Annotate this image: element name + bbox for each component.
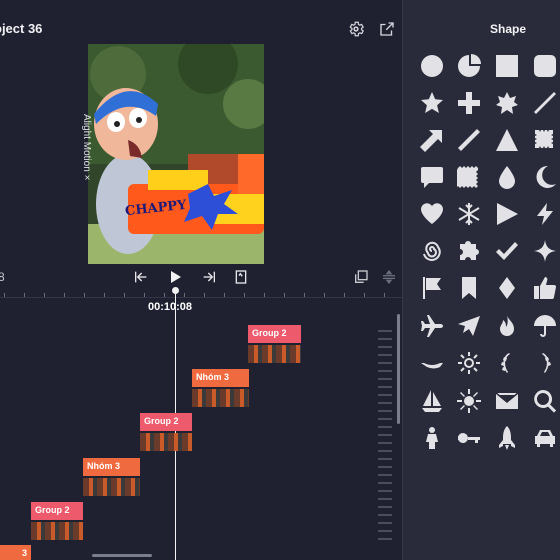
crescent-icon[interactable] [532, 164, 558, 190]
stamp-square-icon[interactable] [456, 164, 482, 190]
current-time-readout: 8 [0, 270, 5, 284]
envelope-icon[interactable] [494, 388, 520, 414]
circle-icon[interactable] [419, 53, 445, 79]
alight-motion-watermark: Alight Motion × [81, 114, 92, 181]
skip-to-end-icon[interactable] [198, 266, 220, 288]
speech-bubble-icon[interactable] [419, 164, 445, 190]
lightning-icon[interactable] [532, 201, 558, 227]
sailboat-icon[interactable] [419, 388, 445, 414]
timeline-vertical-scrollbar[interactable] [397, 314, 400, 424]
timeline-clip[interactable]: Nhóm 3 [83, 458, 140, 476]
timeline-clip[interactable]: Nhóm 3 [192, 369, 249, 387]
pie-icon[interactable] [456, 53, 482, 79]
timeline-ruler[interactable] [0, 290, 402, 298]
sun-outline-icon[interactable] [456, 350, 482, 376]
flag-icon[interactable] [419, 275, 445, 301]
bookmark-marker-icon[interactable] [230, 266, 252, 288]
clip-thumbnails [31, 522, 83, 540]
arrow-diagonal-icon[interactable] [419, 127, 445, 153]
key-icon[interactable] [456, 425, 482, 451]
project-title[interactable]: oject 36 [0, 21, 42, 36]
person-icon[interactable] [419, 425, 445, 451]
rounded-square-icon[interactable] [532, 53, 558, 79]
alight-motion-editor: oject 36 [0, 0, 560, 560]
layer-reorder-handles[interactable] [378, 330, 392, 546]
playhead-time-label: 00:10:08 [148, 301, 193, 313]
clip-thumbnails [248, 345, 301, 363]
shape-panel: Shape [402, 0, 560, 560]
shape-panel-title: Shape [489, 22, 526, 36]
square-icon[interactable] [494, 53, 520, 79]
drop-icon[interactable] [494, 164, 520, 190]
puzzle-icon[interactable] [456, 238, 482, 264]
play-triangle-icon[interactable] [494, 201, 520, 227]
star-icon[interactable] [419, 90, 445, 116]
star-badge-icon[interactable] [494, 90, 520, 116]
spiral-icon[interactable] [419, 238, 445, 264]
thumbs-up-icon[interactable] [532, 275, 558, 301]
sun-icon[interactable] [456, 388, 482, 414]
timeline-horizontal-scrollbar[interactable] [92, 554, 152, 557]
skip-to-start-icon[interactable] [130, 266, 152, 288]
sparkle-icon[interactable] [532, 238, 558, 264]
clip-thumbnails [83, 478, 140, 496]
timeline-clip[interactable]: Group 2 [248, 325, 301, 343]
timeline-options-icon[interactable] [378, 266, 400, 288]
settings-gear-icon[interactable] [345, 18, 367, 40]
line-thick-icon[interactable] [456, 127, 482, 153]
editor-pane: oject 36 [0, 0, 402, 560]
stamp-icon[interactable] [532, 127, 558, 153]
timeline-clip[interactable]: Group 2 [31, 502, 83, 520]
snowflake-icon[interactable] [456, 201, 482, 227]
search-icon[interactable] [532, 388, 558, 414]
car-icon[interactable] [532, 425, 558, 451]
heart-icon[interactable] [419, 201, 445, 227]
diamond-icon[interactable] [494, 275, 520, 301]
line-icon[interactable] [532, 90, 558, 116]
timeline-clip[interactable]: 3 [0, 545, 31, 560]
paper-plane-icon[interactable] [456, 313, 482, 339]
playhead-handle[interactable] [172, 287, 179, 294]
rocket-icon[interactable] [494, 425, 520, 451]
airplane-icon[interactable] [419, 313, 445, 339]
video-preview[interactable] [88, 44, 264, 264]
export-icon[interactable] [376, 18, 398, 40]
timeline-clip[interactable]: Group 2 [140, 413, 192, 431]
laurel-icon[interactable] [494, 350, 520, 376]
banner-icon[interactable] [419, 350, 445, 376]
copy-layer-icon[interactable] [350, 266, 372, 288]
laurel-right-icon[interactable] [532, 350, 558, 376]
checkmark-icon[interactable] [494, 238, 520, 264]
bookmark-icon[interactable] [456, 275, 482, 301]
clip-thumbnails [192, 389, 249, 407]
plus-icon[interactable] [456, 90, 482, 116]
top-bar: oject 36 [0, 0, 402, 44]
triangle-icon[interactable] [494, 127, 520, 153]
flame-icon[interactable] [494, 313, 520, 339]
clip-thumbnails [140, 433, 192, 451]
preview-frame-image [88, 44, 264, 264]
play-icon[interactable] [164, 266, 186, 288]
umbrella-icon[interactable] [532, 313, 558, 339]
